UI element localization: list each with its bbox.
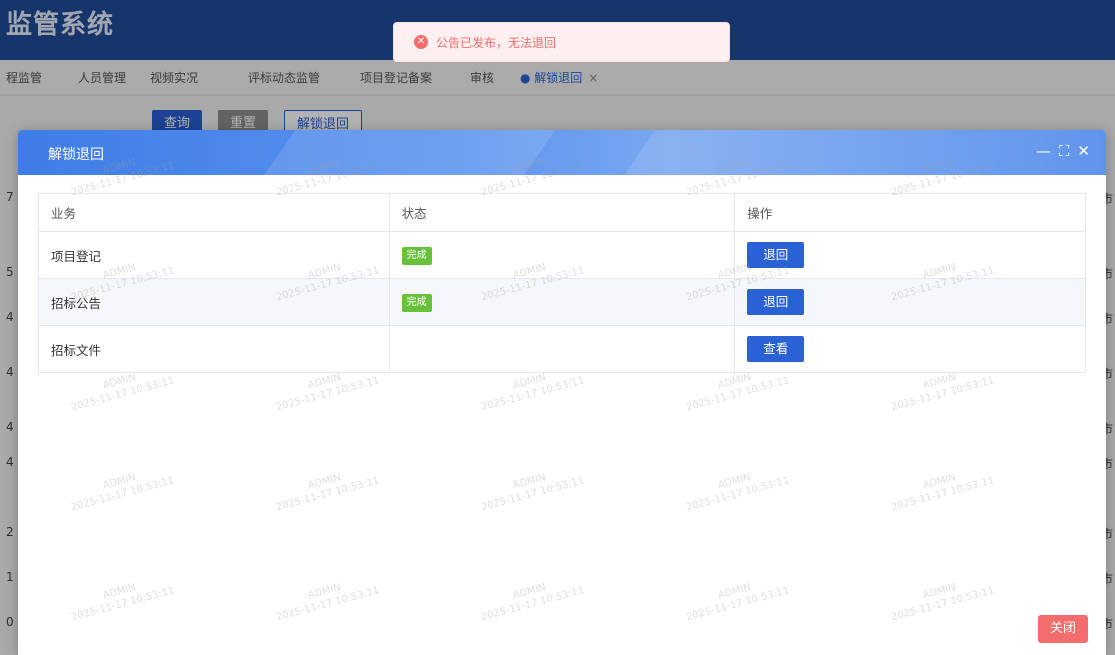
cell-action: 退回 (734, 231, 1086, 279)
watermark: ADMIN 2025-11-17 10:53:11 (480, 582, 586, 624)
table-row: 招标文件 查看 (38, 325, 1086, 373)
cell-status (389, 325, 736, 373)
table-header-row: 业务 状态 操作 (38, 193, 1086, 232)
toast-message: 公告已发布，无法退回 (436, 35, 557, 50)
dialog-close-button[interactable]: 关闭 (1037, 615, 1088, 643)
cell-business: 招标文件 (38, 325, 390, 373)
minimize-icon[interactable]: — (1036, 142, 1051, 160)
watermark: ADMIN 2025-11-17 10:53:11 (275, 582, 381, 624)
header-status: 状态 (389, 193, 736, 232)
maximize-icon[interactable]: ⛶ (1059, 142, 1070, 160)
header-action: 操作 (734, 193, 1086, 232)
cell-status: 完成 (389, 278, 736, 326)
view-button[interactable]: 查看 (747, 336, 805, 362)
watermark: ADMIN 2025-11-17 10:53:11 (275, 472, 381, 514)
watermark: ADMIN 2025-11-17 10:53:11 (480, 472, 586, 514)
error-toast: ✕ 公告已发布，无法退回 (393, 22, 730, 62)
watermark: ADMIN 2025-11-17 10:53:11 (70, 582, 176, 624)
cell-status: 完成 (389, 231, 736, 279)
cell-action: 退回 (734, 278, 1086, 326)
cell-business: 招标公告 (38, 278, 390, 326)
unlock-return-dialog: 解锁退回 — ⛶ ✕ 业务 状态 操作 项目登记 完成 退回 招标公告 完成 退… (18, 130, 1106, 655)
table-row: 招标公告 完成 退回 (38, 278, 1086, 326)
status-badge: 完成 (401, 246, 432, 265)
status-badge: 完成 (401, 293, 432, 312)
watermark: ADMIN 2025-11-17 10:53:11 (890, 582, 996, 624)
dialog-title: 解锁退回 (48, 147, 104, 163)
cell-business: 项目登记 (38, 231, 390, 279)
dialog-header[interactable]: 解锁退回 — ⛶ ✕ (18, 130, 1106, 175)
business-table: 业务 状态 操作 项目登记 完成 退回 招标公告 完成 退回 招标文件 查看 (38, 193, 1086, 373)
return-button[interactable]: 退回 (747, 289, 805, 315)
error-circle-icon: ✕ (414, 35, 428, 49)
cell-action: 查看 (734, 325, 1086, 373)
close-icon[interactable]: ✕ (1077, 142, 1090, 160)
header-business: 业务 (38, 193, 390, 232)
watermark: ADMIN 2025-11-17 10:53:11 (685, 472, 791, 514)
table-row: 项目登记 完成 退回 (38, 231, 1086, 279)
watermark: ADMIN 2025-11-17 10:53:11 (70, 472, 176, 514)
watermark: ADMIN 2025-11-17 10:53:11 (685, 582, 791, 624)
watermark: ADMIN 2025-11-17 10:53:11 (890, 472, 996, 514)
return-button[interactable]: 退回 (747, 242, 805, 268)
